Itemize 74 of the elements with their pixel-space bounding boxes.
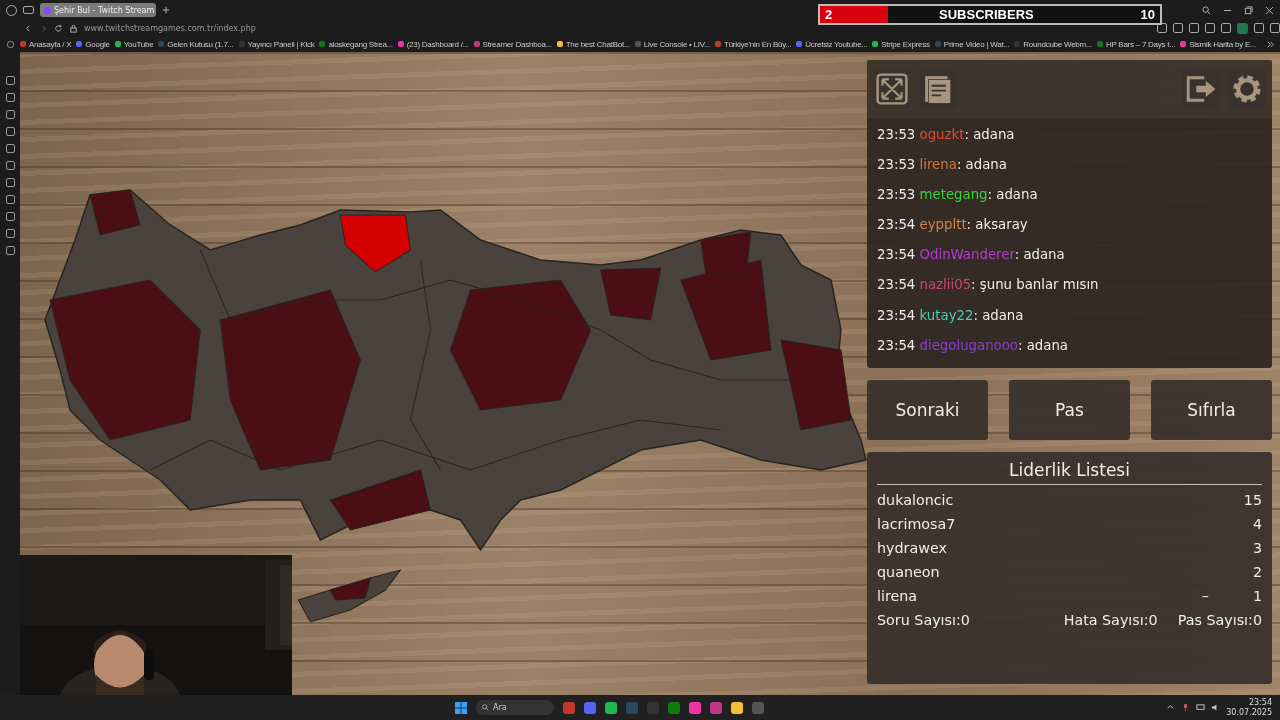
search-icon <box>482 704 489 711</box>
monitor-icon[interactable] <box>1196 703 1206 712</box>
app-icon[interactable] <box>605 701 617 714</box>
stat-label: Hata Sayısı:0 <box>1063 612 1158 628</box>
game-button[interactable]: Sonraki <box>867 380 988 440</box>
player-name: quaneon <box>877 564 940 580</box>
stat-label: Soru Sayısı:0 <box>877 612 970 628</box>
bookmark-link[interactable]: Stripe Express <box>872 39 930 49</box>
goal-label: SUBSCRIBERS <box>938 7 1035 22</box>
maximize-icon[interactable] <box>1244 5 1253 15</box>
bookmark-link[interactable]: Prime Video | Wat... <box>934 39 1010 49</box>
close-icon[interactable] <box>1265 5 1274 15</box>
bookmark-link[interactable]: aloskegang Strea... <box>319 39 393 49</box>
bookmark-link[interactable]: Roundcube Webm... <box>1014 39 1092 49</box>
game-button[interactable]: Pas <box>1009 380 1130 440</box>
chat-message: 23:54 diegoluganooo: adana <box>877 336 1069 355</box>
more-bookmarks-icon[interactable] <box>1265 39 1275 49</box>
player-name: dukaloncic <box>877 492 954 508</box>
map-drawing[interactable] <box>44 189 867 623</box>
chat-message: 23:54 OdinWanderer: adana <box>877 246 1066 265</box>
app-icon[interactable] <box>689 701 701 714</box>
player-name: hydrawex <box>877 540 947 556</box>
player-name: lirena <box>877 588 918 604</box>
chat-message: 23:54 kutay22: adana <box>877 306 1025 325</box>
chat-message: 23:53 lirena: adana <box>877 156 1008 175</box>
clock-date[interactable]: 30.07.2025 <box>1226 707 1272 718</box>
stat-label: Pas Sayısı:0 <box>1177 612 1262 628</box>
bookmark-link[interactable]: Anasayfa / X <box>20 39 72 49</box>
settings-button[interactable] <box>1228 70 1266 108</box>
chat-message: 23:53 oguzkt: adana <box>877 126 1016 144</box>
sidebar-toggle-icon[interactable] <box>23 6 34 14</box>
chat-message: 23:54 eyppltt: aksaray <box>877 216 1029 235</box>
search-icon[interactable] <box>1202 5 1211 15</box>
reload-icon[interactable] <box>54 23 63 33</box>
bookmark-link[interactable]: YouTube <box>114 39 154 49</box>
clock-time[interactable]: 23:54 <box>1248 697 1272 708</box>
player-score: 15 <box>1243 492 1262 508</box>
search-field[interactable]: Ara <box>476 700 554 715</box>
profile-icon[interactable] <box>1237 22 1248 34</box>
windows-icon[interactable] <box>455 701 467 714</box>
goal-current: 2 <box>825 7 833 22</box>
player-score: 3 <box>1252 540 1262 556</box>
bookmark-link[interactable]: Gelen Kutusu (1.7... <box>158 39 234 49</box>
browser-tab[interactable]: Şehir Bul - Twitch Stream <box>40 3 156 17</box>
bookmark-link[interactable]: Google <box>76 39 110 49</box>
exit-button[interactable] <box>1182 70 1220 108</box>
bookmark-link[interactable]: (23) Dashboard /... <box>397 39 469 49</box>
bookmark-link[interactable]: Live Console • LIV... <box>634 39 710 49</box>
bookmark-link[interactable]: Türkiye'nin En Büy... <box>715 39 792 49</box>
dash-mark: – <box>1201 588 1209 604</box>
goal-target: 10 <box>1140 7 1155 22</box>
bookmark-link[interactable]: Streamer Dashboa... <box>473 39 552 49</box>
lock-icon <box>69 23 78 33</box>
new-tab-icon[interactable] <box>162 6 170 14</box>
bookmark-link[interactable]: Yayıncı Paneli | Kick <box>238 39 315 49</box>
address-bar[interactable]: www.twitchstreamgames.com.tr/index.php <box>84 23 256 33</box>
player-name: lacrimosa7 <box>877 516 956 532</box>
bookmark-link[interactable]: Ücretsiz Youtube... <box>796 39 868 49</box>
player-score: 1 <box>1252 588 1262 604</box>
back-icon[interactable] <box>24 23 33 33</box>
chat-message: 23:54 nazlii05: şunu banlar mısın <box>877 276 1100 295</box>
leaderboard-title: Liderlik Listesi <box>1009 460 1130 482</box>
app-icon[interactable] <box>731 701 743 714</box>
caret-icon[interactable] <box>1166 703 1176 712</box>
bookmark-link[interactable]: Sismik Harita by E... <box>1180 39 1256 49</box>
game-button[interactable]: Sıfırla <box>1151 380 1272 440</box>
player-score: 4 <box>1252 516 1262 532</box>
list-button[interactable] <box>919 70 957 108</box>
fullscreen-button[interactable] <box>873 70 911 108</box>
history-icon[interactable] <box>6 39 15 49</box>
chat-message: 23:53 metegang: adana <box>877 186 1039 205</box>
bookmark-link[interactable]: HP Bars – 7 Days t... <box>1096 39 1176 49</box>
player-score: 2 <box>1252 564 1262 580</box>
bookmark-link[interactable]: The best ChatBot... <box>556 39 630 49</box>
